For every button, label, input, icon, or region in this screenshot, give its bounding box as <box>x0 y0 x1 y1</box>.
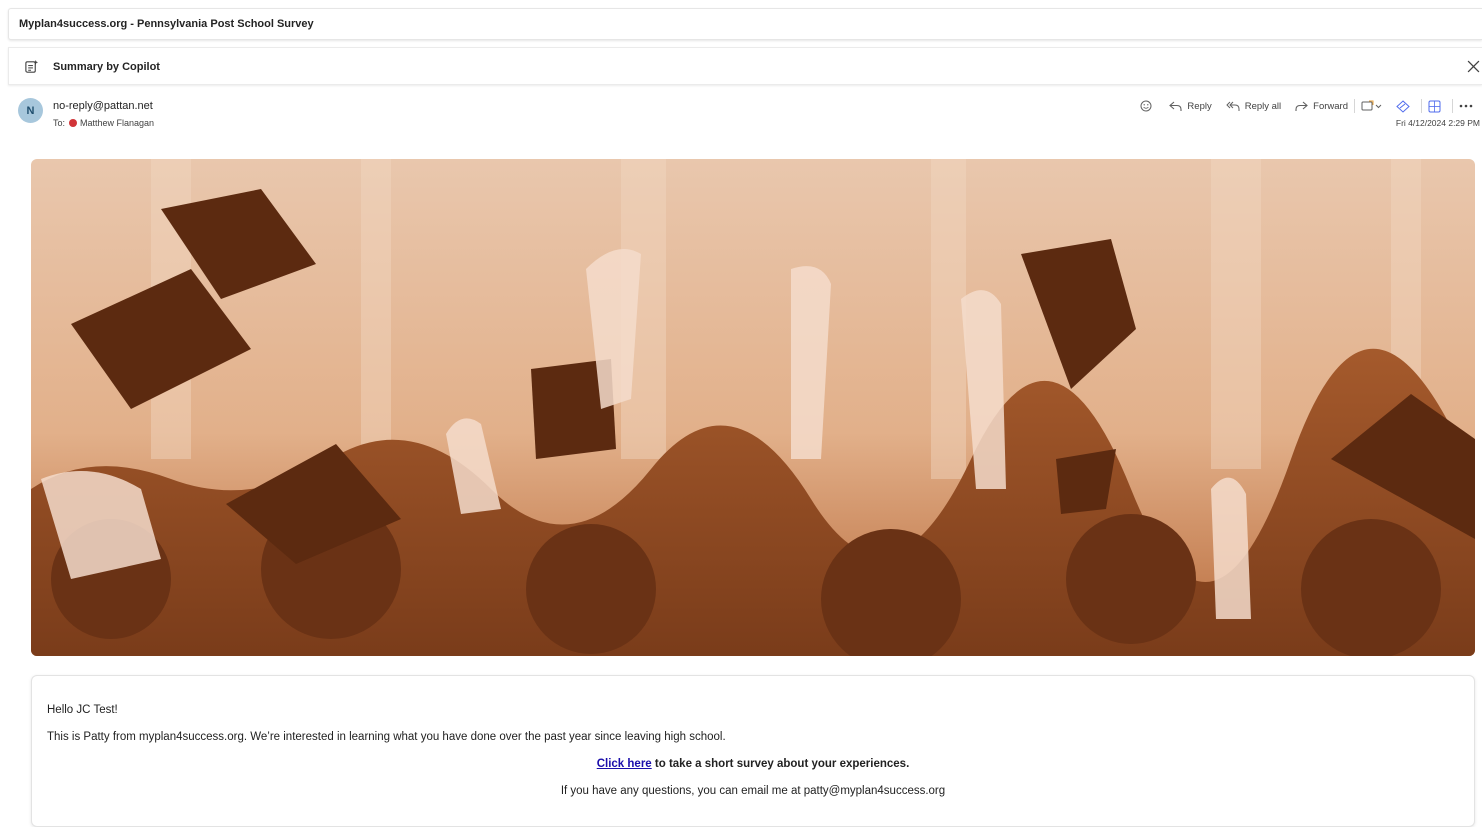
survey-link-line: Click here to take a short survey about … <box>32 758 1474 770</box>
sender-address[interactable]: no-reply@pattan.net <box>53 100 153 112</box>
to-label: To: <box>53 118 66 128</box>
graduation-hero-image <box>31 159 1475 656</box>
reply-all-icon <box>1226 101 1240 111</box>
reply-icon <box>1169 101 1182 111</box>
forward-icon <box>1295 101 1308 111</box>
forward-label: Forward <box>1313 100 1348 112</box>
toolbar-separator-3 <box>1452 99 1453 113</box>
presence-dot <box>69 119 78 127</box>
avatar-initial: N <box>26 104 35 117</box>
recipient-line: To: Matthew Flanagan <box>53 118 154 128</box>
reply-button[interactable]: Reply <box>1169 100 1212 112</box>
tag-icon <box>1361 100 1382 111</box>
greeting: Hello JC Test! <box>47 704 118 716</box>
more-icon <box>1459 104 1473 108</box>
survey-link[interactable]: Click here <box>597 758 652 770</box>
reply-label: Reply <box>1187 100 1212 112</box>
intro-text: This is Patty from myplan4success.org. W… <box>47 731 726 743</box>
sticker-button[interactable] <box>1396 99 1415 113</box>
toolbar-separator-2 <box>1421 99 1422 113</box>
reply-all-button[interactable]: Reply all <box>1226 101 1281 112</box>
sticker-icon <box>1396 99 1410 113</box>
reply-all-label: Reply all <box>1244 100 1282 112</box>
apps-button[interactable] <box>1428 100 1446 113</box>
survey-link-rest: to take a short survey about your experi… <box>651 758 910 770</box>
emoji-icon <box>1140 100 1152 112</box>
email-date: Fri 4/12/2024 2:29 PM <box>1395 118 1480 128</box>
more-actions-button[interactable] <box>1459 104 1478 108</box>
email-body-card: Hello JC Test! This is Patty from myplan… <box>31 675 1475 827</box>
recipient-name[interactable]: Matthew Flanagan <box>80 118 154 128</box>
copilot-summary-icon[interactable] <box>24 59 39 74</box>
emoji-reaction-button[interactable] <box>1140 100 1157 112</box>
email-subject: Myplan4success.org - Pennsylvania Post S… <box>19 18 314 30</box>
message-actions: Reply Reply all Forward <box>1140 98 1478 114</box>
close-icon[interactable] <box>1467 60 1480 73</box>
contact-text: If you have any questions, you can email… <box>560 785 946 797</box>
apps-icon <box>1428 100 1441 112</box>
tag-dropdown-button[interactable] <box>1361 100 1388 112</box>
copilot-summary-bar[interactable]: Summary by Copilot <box>8 47 1482 85</box>
sender-avatar[interactable]: N <box>18 98 43 123</box>
subject-bar: Myplan4success.org - Pennsylvania Post S… <box>8 8 1482 40</box>
forward-button[interactable]: Forward <box>1295 101 1348 112</box>
copilot-summary-label: Summary by Copilot <box>53 61 160 73</box>
toolbar-separator <box>1354 99 1355 113</box>
